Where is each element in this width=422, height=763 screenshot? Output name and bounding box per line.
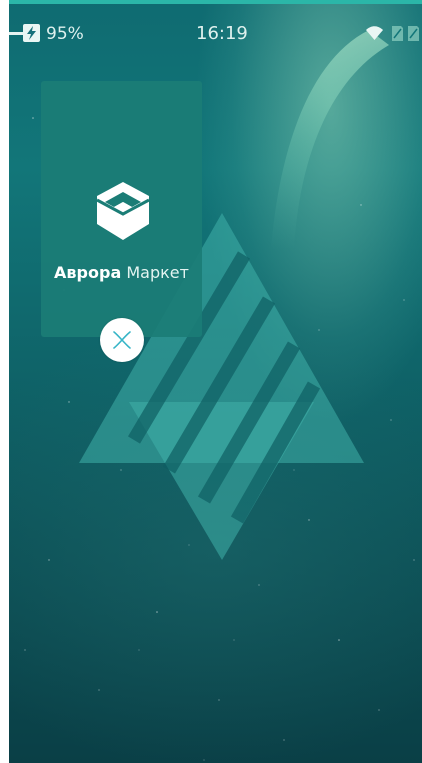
charging-icon: [23, 24, 40, 42]
home-screen: 95% 16:19 Аврора Маркет: [9, 0, 422, 763]
app-cover-aurora-market[interactable]: Аврора Маркет: [41, 81, 202, 337]
wifi-icon: [366, 26, 383, 40]
clock: 16:19: [196, 23, 248, 44]
aurora-market-icon: [96, 182, 150, 240]
close-icon: [113, 331, 131, 349]
app-cover-title: Аврора Маркет: [41, 262, 202, 284]
app-title-light: Маркет: [126, 263, 189, 282]
close-app-button[interactable]: [100, 318, 144, 362]
sim-card-icons: [392, 26, 419, 41]
app-title-bold: Аврора: [54, 263, 122, 282]
charger-cable-icon: [9, 32, 23, 35]
battery-percentage: 95%: [46, 24, 84, 44]
status-bar: 95% 16:19: [9, 0, 422, 44]
